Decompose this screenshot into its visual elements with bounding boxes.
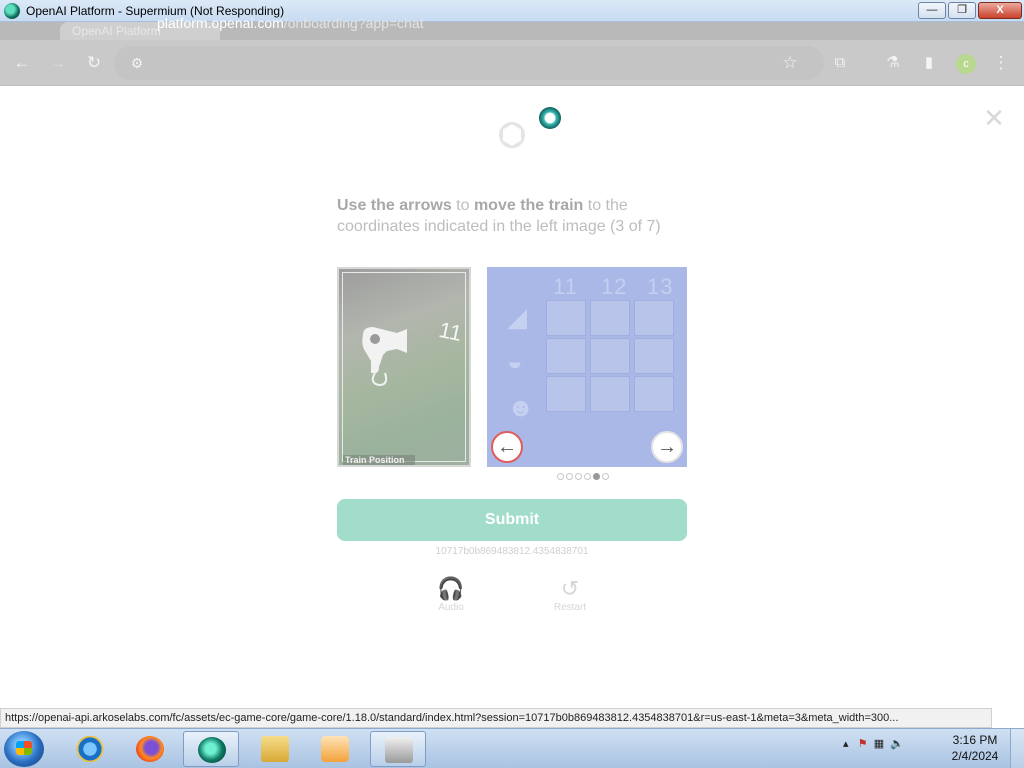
progress-dot xyxy=(584,473,591,480)
grid-cell xyxy=(590,338,630,374)
forward-arrow-icon[interactable]: → xyxy=(47,52,69,74)
tab-strip: OpenAI Platform xyxy=(0,22,1024,40)
move-right-arrow-button[interactable]: → xyxy=(651,431,683,463)
minimize-button[interactable]: — xyxy=(918,2,946,19)
tray-expand-icon[interactable]: ▴ xyxy=(843,738,849,750)
taskbar-supermium[interactable] xyxy=(183,731,239,767)
url-host: platform.openai.com xyxy=(157,15,284,31)
supermium-app-icon xyxy=(4,2,20,19)
openai-logo-icon xyxy=(499,121,525,149)
network-icon[interactable]: ▦ xyxy=(874,738,884,750)
media-player-icon xyxy=(321,736,349,762)
progress-dot xyxy=(593,473,600,480)
hair-dryer-icon xyxy=(362,327,407,387)
action-center-icon[interactable]: ⚑ xyxy=(858,738,868,750)
clock-date: 2/4/2024 xyxy=(951,749,999,763)
clock-time: 3:16 PM xyxy=(952,733,998,747)
taskbar-fax-scan[interactable] xyxy=(370,731,426,767)
menu-kebab-icon[interactable]: ⋮ xyxy=(990,52,1012,74)
submit-button[interactable]: Submit xyxy=(337,499,687,541)
address-bar[interactable] xyxy=(114,46,824,80)
folder-icon xyxy=(261,736,289,762)
system-tray: ▴ ⚑ ▦ 🔈 xyxy=(843,737,904,750)
restart-icon: ↺ xyxy=(560,576,580,601)
headphones-icon: 🎧 xyxy=(437,576,465,601)
progress-dot xyxy=(557,473,564,480)
target-position-image: 11 Train Position xyxy=(337,267,471,467)
back-arrow-icon[interactable]: ← xyxy=(11,52,33,74)
restart-label: Restart xyxy=(553,602,587,613)
instruction-bold-train: move the train xyxy=(473,197,584,214)
coordinate-label: 12 xyxy=(601,274,628,299)
profile-avatar[interactable]: c xyxy=(956,54,976,74)
progress-dots xyxy=(557,473,609,480)
supermium-icon xyxy=(198,737,226,763)
printer-icon xyxy=(385,737,413,763)
coordinate-label: 11 xyxy=(553,274,578,299)
grid-cell xyxy=(546,338,586,374)
audio-label: Audio xyxy=(438,602,464,613)
progress-dot xyxy=(602,473,609,480)
side-panel-icon[interactable]: ▮ xyxy=(918,52,940,74)
session-id: 10717b0b869483812.4354838701 xyxy=(435,546,589,557)
instruction-text-to: to xyxy=(451,197,474,214)
windows-logo-icon xyxy=(16,741,32,755)
labs-flask-icon[interactable]: ⚗ xyxy=(882,52,904,74)
show-desktop-button[interactable] xyxy=(1010,729,1024,768)
grid-cell xyxy=(590,376,630,412)
status-url-bar: https://openai-api.arkoselabs.com/fc/ass… xyxy=(0,708,992,728)
window-titlebar[interactable]: OpenAI Platform - Supermium (Not Respond… xyxy=(0,0,1024,22)
restart-button[interactable]: ↺ Restart xyxy=(540,576,600,613)
target-label: Train Position xyxy=(345,455,405,465)
face-row-icon: ☻ xyxy=(507,392,535,422)
url-text[interactable]: platform.openai.com/onboarding?app=chat xyxy=(157,15,424,31)
grid-cell xyxy=(634,300,674,336)
close-dialog-icon[interactable]: ✕ xyxy=(982,105,1006,131)
challenge-instruction: Use the arrows to move the train to the … xyxy=(337,195,692,237)
taskbar-file-explorer[interactable] xyxy=(247,731,303,767)
browser-toolbar: ← → ↻ ⚙ ☆ ⧉ ⚗ ▮ ⋮ xyxy=(0,40,1024,86)
reload-icon[interactable]: ↻ xyxy=(83,52,105,74)
instruction-bold-arrows: Use the arrows xyxy=(337,197,452,214)
loading-spinner-icon xyxy=(539,107,561,129)
extensions-puzzle-icon[interactable]: ⧉ xyxy=(829,52,851,74)
taskbar-firefox[interactable] xyxy=(122,731,178,767)
progress-dot xyxy=(566,473,573,480)
progress-dot xyxy=(575,473,582,480)
grid-cell xyxy=(546,300,586,336)
audio-button[interactable]: 🎧 Audio xyxy=(421,576,481,613)
grid-cell xyxy=(546,376,586,412)
taskbar-media-player[interactable] xyxy=(307,731,363,767)
coordinate-label: 13 xyxy=(647,274,674,299)
close-window-button[interactable]: X xyxy=(978,2,1022,19)
taskbar-internet-explorer[interactable] xyxy=(62,731,118,767)
train-grid xyxy=(546,300,676,412)
restore-button[interactable]: ❐ xyxy=(948,2,976,19)
row-marker-icon: ◢ xyxy=(507,302,527,332)
site-settings-icon[interactable]: ⚙ xyxy=(126,52,148,74)
bookmark-star-icon[interactable]: ☆ xyxy=(779,52,801,74)
volume-muted-icon[interactable]: 🔈 xyxy=(890,738,904,750)
grid-cell xyxy=(634,376,674,412)
firefox-icon xyxy=(136,736,164,762)
internet-explorer-icon xyxy=(76,736,104,762)
hair-dryer-row-icon: ◒ xyxy=(507,346,523,376)
url-path: /onboarding?app=chat xyxy=(283,15,424,31)
grid-cell xyxy=(634,338,674,374)
window-controls: — ❐ X xyxy=(918,2,1022,19)
grid-cell xyxy=(590,300,630,336)
move-left-arrow-button[interactable]: ← xyxy=(491,431,523,463)
system-clock[interactable]: 3:16 PM 2/4/2024 xyxy=(948,732,1002,764)
